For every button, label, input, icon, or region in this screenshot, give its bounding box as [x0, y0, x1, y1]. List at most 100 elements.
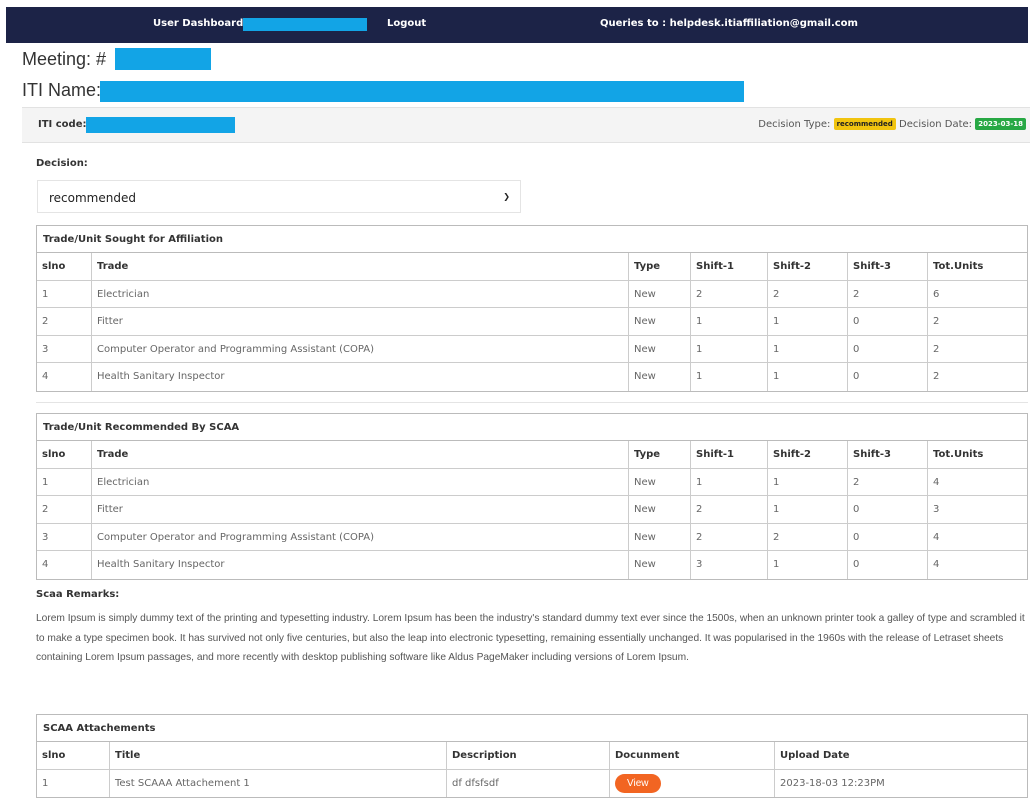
table-title: Trade/Unit Recommended By SCAA [37, 414, 1027, 441]
table-row: 1 Test SCAAA Attachement 1 df dfsfsdf Vi… [37, 769, 1027, 798]
table-cell: 2 [37, 496, 92, 523]
iti-code-bar: ITI code: Decision Type: recommended Dec… [22, 107, 1030, 143]
iti-name-heading: ITI Name: [22, 80, 102, 100]
table-cell: 0 [848, 551, 928, 579]
table-cell: New [629, 363, 691, 391]
table-row: 4 Health Sanitary Inspector New 3 1 0 4 [37, 551, 1027, 579]
table-cell: Electrician [92, 468, 629, 496]
recommended-trades-table: Trade/Unit Recommended By SCAA slno Trad… [36, 413, 1028, 580]
table-cell: 1 [691, 308, 768, 335]
table-cell: 2 [37, 308, 92, 335]
table-cell: 1 [37, 468, 92, 496]
table-header-row: slno Trade Type Shift-1 Shift-2 Shift-3 … [37, 253, 1027, 281]
view-attachment-button[interactable]: View [615, 773, 661, 793]
table-cell: 2 [691, 280, 768, 308]
table-cell: Fitter [92, 308, 629, 335]
top-navbar: User Dashboard Logout Queries to : helpd… [6, 7, 1028, 43]
table-cell: 2 [933, 371, 940, 383]
decision-label: Decision: [36, 158, 88, 169]
table-cell: View [610, 769, 775, 798]
table-cell: 2 [933, 316, 940, 328]
table-cell: Electrician [92, 280, 629, 308]
table-cell: 1 [691, 468, 768, 496]
table-cell: 2 [768, 280, 848, 308]
table-cell: 4 [37, 363, 92, 391]
table-cell: Computer Operator and Programming Assist… [92, 523, 629, 551]
column-header: Description [447, 742, 610, 769]
table-row: 4 Health Sanitary Inspector New 1 1 0 2 [37, 363, 1027, 391]
table-cell: 1 [768, 551, 848, 579]
sought-trades-table: Trade/Unit Sought for Affiliation slno T… [36, 225, 1028, 392]
decision-type-badge: recommended [833, 118, 896, 130]
column-header: Shift-1 [691, 441, 768, 468]
column-header: Shift-2 [768, 253, 848, 280]
table-cell: New [629, 280, 691, 308]
column-header: slno [37, 441, 92, 468]
table-cell: 6 [933, 288, 940, 300]
table-cell: 4 [933, 476, 940, 488]
table-cell: df dfsfsdf [447, 769, 610, 798]
table-cell: New [629, 496, 691, 523]
table-cell: Computer Operator and Programming Assist… [92, 335, 629, 363]
table-cell: 1 [768, 335, 848, 363]
redacted-iti-name [100, 81, 744, 102]
table-cell: 2 [691, 496, 768, 523]
table-header-row: slno Trade Type Shift-1 Shift-2 Shift-3 … [37, 441, 1027, 469]
table-row: 2 Fitter New 2 1 0 3 [37, 496, 1027, 524]
decision-summary: Decision Type: recommended Decision Date… [758, 118, 1026, 130]
redacted-iti-code [86, 117, 235, 133]
table-cell: Fitter [92, 496, 629, 523]
column-header: Trade [92, 253, 629, 280]
table-cell: New [629, 468, 691, 496]
column-header: Docunment [610, 742, 775, 769]
table-cell: 1 [37, 769, 110, 798]
section-divider [36, 402, 1028, 403]
table-cell: 3 [933, 504, 940, 516]
table-cell: 1 [768, 308, 848, 335]
helpdesk-contact: Queries to : helpdesk.itiaffiliation@gma… [600, 18, 858, 29]
table-cell: 1 [768, 468, 848, 496]
decision-select-value: recommended [49, 191, 136, 205]
column-header: Type [629, 253, 691, 280]
decision-select[interactable]: recommended ❯ [37, 180, 521, 213]
table-title: SCAA Attachements [37, 715, 1027, 742]
column-header: Tot.Units [933, 449, 984, 460]
table-cell: 0 [848, 335, 928, 363]
user-dashboard-link[interactable]: User Dashboard [153, 18, 243, 29]
table-cell: 1 [691, 363, 768, 391]
table-cell: 1 [37, 280, 92, 308]
table-header-row: slno Title Description Docunment Upload … [37, 742, 1027, 770]
column-header: slno [37, 253, 92, 280]
table-cell: 4 [37, 551, 92, 579]
table-cell: 3 [37, 523, 92, 551]
table-cell: 0 [848, 308, 928, 335]
table-row: 3 Computer Operator and Programming Assi… [37, 523, 1027, 552]
column-header: Shift-3 [848, 253, 928, 280]
table-cell: 3 [37, 335, 92, 363]
table-cell: 2 [848, 280, 928, 308]
table-cell: 2 [848, 468, 928, 496]
decision-date-label: Decision Date: [899, 119, 973, 130]
column-header: Upload Date [780, 750, 850, 761]
table-row: 3 Computer Operator and Programming Assi… [37, 335, 1027, 364]
table-cell: New [629, 523, 691, 551]
column-header: Tot.Units [933, 261, 984, 272]
table-cell: 1 [691, 335, 768, 363]
column-header: Trade [92, 441, 629, 468]
logout-link[interactable]: Logout [387, 18, 426, 29]
table-cell: 2023-18-03 12:23PM [780, 777, 885, 789]
column-header: Shift-2 [768, 441, 848, 468]
column-header: Type [629, 441, 691, 468]
decision-date-badge: 2023-03-18 [975, 118, 1026, 130]
decision-type-label: Decision Type: [758, 119, 831, 130]
redacted-meeting-number [115, 48, 211, 70]
table-cell: 4 [933, 531, 940, 543]
table-cell: Test SCAAA Attachement 1 [110, 769, 447, 798]
remarks-label: Scaa Remarks: [36, 589, 120, 600]
table-cell: Health Sanitary Inspector [92, 551, 629, 579]
table-cell: 2 [933, 343, 940, 355]
column-header: Shift-1 [691, 253, 768, 280]
table-row: 1 Electrician New 2 2 2 6 [37, 280, 1027, 309]
table-cell: 4 [933, 559, 940, 571]
column-header: Shift-3 [848, 441, 928, 468]
